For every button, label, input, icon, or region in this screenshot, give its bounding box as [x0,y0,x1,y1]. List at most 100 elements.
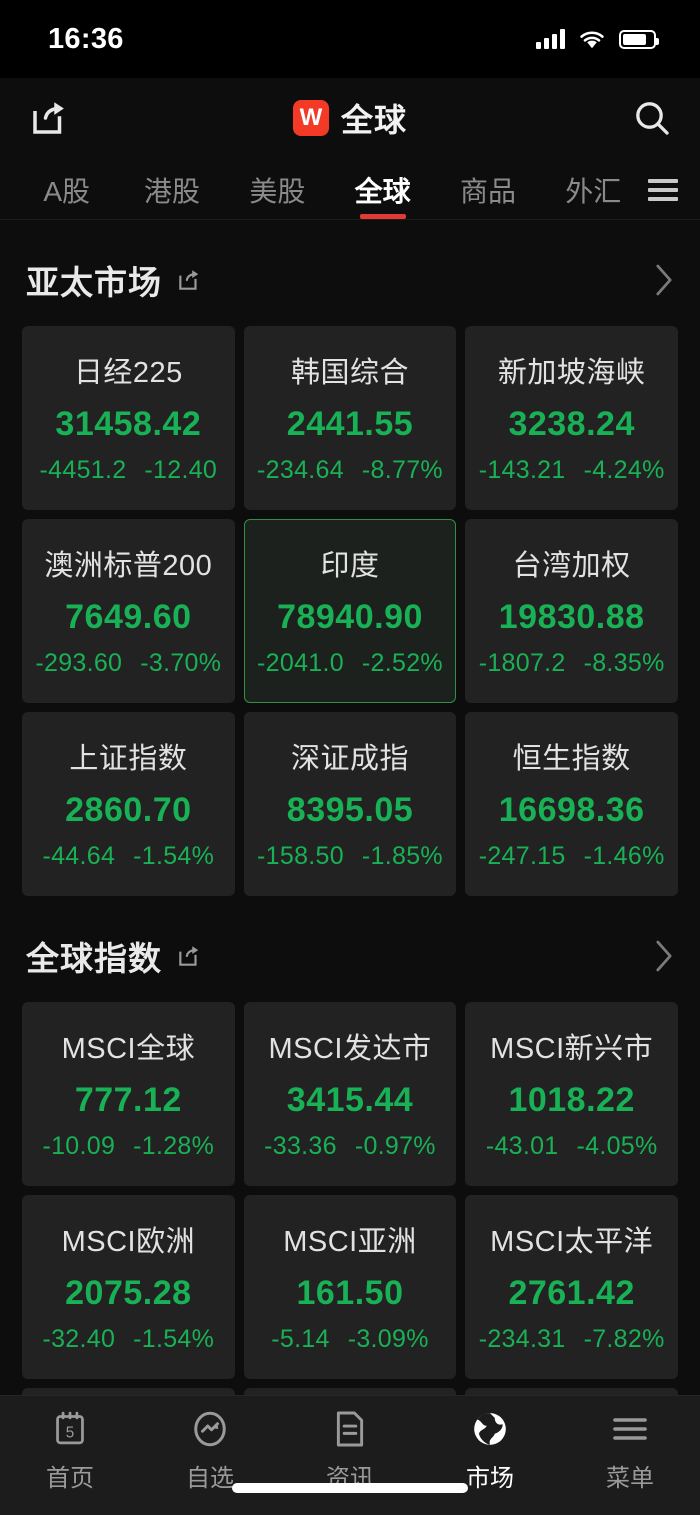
app-logo: W [292,100,329,136]
index-percent: -1.46% [583,842,665,870]
index-price: 2761.42 [508,1274,635,1312]
index-name: 台湾加权 [512,550,631,582]
index-change: -234.31 [478,1325,566,1353]
index-change: -2041.0 [257,649,344,677]
market-tab-bar[interactable]: A股 港股 美股 全球 商品 外汇 [0,158,700,220]
tab-global[interactable]: 全球 [330,170,435,219]
index-percent: -8.35% [583,649,665,677]
index-card[interactable]: MSCI欧澳远 [22,1388,235,1395]
index-change-row: -143.21 -4.24% [474,456,669,485]
index-card[interactable]: 澳洲标普200 7649.60 -293.60 -3.70% [22,519,235,703]
index-percent: -7.82% [583,1325,665,1353]
index-change: -5.14 [271,1325,330,1353]
index-change: -10.09 [42,1132,116,1160]
index-percent: -1.54% [133,1325,215,1353]
index-card[interactable]: MSCI亚洲新 [243,1388,457,1395]
index-change-row: -43.01 -4.05% [474,1132,669,1161]
index-card[interactable]: MSCI太平洋 2761.42 -234.31 -7.82% [465,1195,678,1379]
index-percent: -0.97% [354,1132,436,1160]
tab-a-shares[interactable]: A股 [14,170,119,219]
index-card[interactable]: 新加坡海峡 3238.24 -143.21 -4.24% [465,326,678,510]
share-icon[interactable] [176,267,202,293]
index-name: 深证成指 [290,743,409,775]
news-icon [334,1408,366,1450]
index-name: MSCI欧洲 [61,1226,196,1258]
index-card[interactable]: 日经225 31458.42 -4451.2 -12.40 [22,326,235,510]
watchlist-icon [192,1408,228,1450]
index-grid-asia-pacific: 日经225 31458.42 -4451.2 -12.40 韩国综合 2441.… [0,326,700,896]
svg-text:5: 5 [66,1424,74,1441]
index-change: -44.64 [42,842,116,870]
index-card[interactable]: MSCI新兴市 1018.22 -43.01 -4.05% [465,1002,678,1186]
index-card[interactable]: MSCI全球 777.12 -10.09 -1.28% [22,1002,235,1186]
index-price: 3238.24 [508,405,635,443]
index-card[interactable]: MSCI亚洲 161.50 -5.14 -3.09% [243,1195,457,1379]
menu-icon [612,1408,648,1450]
index-name: 上证指数 [69,743,188,775]
tab-hk-shares[interactable]: 港股 [119,170,224,219]
section-header-global-index[interactable]: 全球指数 [0,896,700,1002]
index-change-row: -10.09 -1.28% [31,1132,226,1161]
index-percent: -2.52% [361,649,443,677]
index-name: 印度 [320,550,380,582]
bottom-nav-home[interactable]: 5 首页 [0,1408,140,1493]
index-percent: -4.05% [576,1132,658,1160]
index-price: 2441.55 [286,405,414,443]
index-change: -32.40 [42,1325,116,1353]
index-percent: -1.28% [133,1132,215,1160]
index-change-row: -247.15 -1.46% [474,842,669,871]
index-card[interactable]: 深证成指 8395.05 -158.50 -1.85% [243,712,457,896]
bottom-nav-menu[interactable]: 菜单 [560,1408,700,1493]
status-time: 16:36 [48,22,124,55]
index-card[interactable]: 韩国综合 2441.55 -234.64 -8.77% [243,326,457,510]
chevron-right-icon[interactable] [654,263,674,297]
globe-icon [471,1408,509,1450]
index-change: -293.60 [35,649,123,677]
tab-commodities[interactable]: 商品 [435,170,540,219]
index-name: MSCI全球 [61,1033,196,1065]
index-price: 3415.44 [286,1081,414,1119]
share-icon[interactable] [28,97,70,139]
bottom-nav-bar[interactable]: 5 首页 自选 资讯 市场 菜单 [0,1395,700,1515]
index-card[interactable]: 恒生指数 16698.36 -247.15 -1.46% [465,712,678,896]
bottom-nav-label: 市场 [466,1465,514,1492]
index-change-row: -4451.2 -12.40 [31,456,226,485]
index-name: 日经225 [73,357,183,389]
index-card[interactable]: 上证指数 2860.70 -44.64 -1.54% [22,712,235,896]
market-content[interactable]: 亚太市场 日经225 31458.42 -4451.2 -12.40 韩国综合 … [0,220,700,1395]
home-indicator[interactable] [232,1483,468,1493]
index-change: -1807.2 [478,649,566,677]
index-percent: -12.40 [144,456,218,484]
index-percent: -3.70% [140,649,222,677]
index-name: MSCI太平洋 [490,1226,654,1258]
search-icon[interactable] [632,98,672,138]
index-price: 16698.36 [498,791,645,829]
chevron-right-icon[interactable] [654,939,674,973]
index-card[interactable]: MSCI发达市 3415.44 -33.36 -0.97% [243,1002,457,1186]
tab-forex[interactable]: 外汇 [541,170,646,219]
index-change: -247.15 [478,842,566,870]
bottom-nav-market[interactable]: 市场 [420,1408,560,1493]
hamburger-menu-icon[interactable] [647,179,694,219]
index-change-row: -5.14 -3.09% [253,1325,448,1354]
share-icon[interactable] [176,943,202,969]
index-name: MSCI新兴市 [490,1033,654,1065]
section-title: 全球指数 [26,940,162,977]
cellular-bars-icon [536,29,565,49]
index-change: -143.21 [478,456,566,484]
index-percent: -4.24% [583,456,665,484]
app-screen: 16:36 W 全球 A股 港股 美股 全球 商品 外汇 亚太市场 日经225 … [0,0,700,1515]
index-card-selected[interactable]: 印度 78940.90 -2041.0 -2.52% [243,519,457,703]
index-card[interactable]: MSCI欧洲 2075.28 -32.40 -1.54% [22,1195,235,1379]
bottom-nav-watchlist[interactable]: 自选 [140,1408,280,1493]
tab-us-shares[interactable]: 美股 [225,170,330,219]
index-percent: -1.85% [361,842,443,870]
index-change-row: -234.31 -7.82% [474,1325,669,1354]
index-card[interactable]: MSCI欧非中 [465,1388,678,1395]
bottom-nav-news[interactable]: 资讯 [280,1408,420,1493]
battery-icon [619,29,659,49]
index-card[interactable]: 台湾加权 19830.88 -1807.2 -8.35% [465,519,678,703]
section-header-asia-pacific[interactable]: 亚太市场 [0,220,700,326]
index-change-row: -1807.2 -8.35% [474,649,669,678]
index-grid-global-partial: MSCI欧澳远 MSCI亚洲新 MSCI欧非中 [0,1388,700,1395]
